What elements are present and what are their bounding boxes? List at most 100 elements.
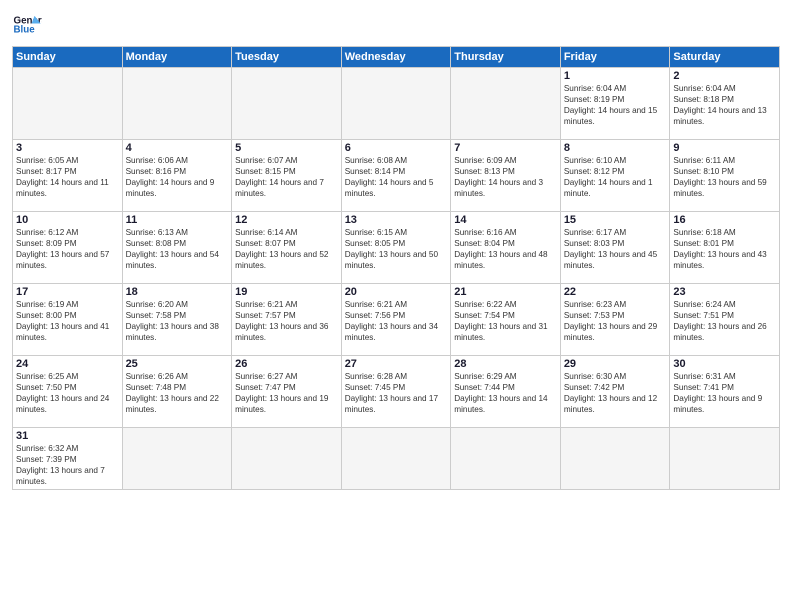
calendar-cell — [451, 428, 561, 490]
day-number: 31 — [16, 430, 119, 442]
weekday-header-friday: Friday — [560, 47, 670, 68]
calendar-cell: 30Sunrise: 6:31 AMSunset: 7:41 PMDayligh… — [670, 356, 780, 428]
calendar-cell: 1Sunrise: 6:04 AMSunset: 8:19 PMDaylight… — [560, 68, 670, 140]
day-number: 30 — [673, 358, 776, 370]
calendar-cell — [341, 428, 451, 490]
calendar-week-6: 31Sunrise: 6:32 AMSunset: 7:39 PMDayligh… — [13, 428, 780, 490]
logo-icon: General Blue — [12, 10, 42, 40]
calendar-cell: 14Sunrise: 6:16 AMSunset: 8:04 PMDayligh… — [451, 212, 561, 284]
calendar-cell: 18Sunrise: 6:20 AMSunset: 7:58 PMDayligh… — [122, 284, 232, 356]
day-info: Sunrise: 6:07 AMSunset: 8:15 PMDaylight:… — [235, 155, 338, 199]
calendar-week-1: 1Sunrise: 6:04 AMSunset: 8:19 PMDaylight… — [13, 68, 780, 140]
day-number: 14 — [454, 214, 557, 226]
calendar-week-4: 17Sunrise: 6:19 AMSunset: 8:00 PMDayligh… — [13, 284, 780, 356]
calendar-week-2: 3Sunrise: 6:05 AMSunset: 8:17 PMDaylight… — [13, 140, 780, 212]
day-info: Sunrise: 6:10 AMSunset: 8:12 PMDaylight:… — [564, 155, 667, 199]
day-info: Sunrise: 6:30 AMSunset: 7:42 PMDaylight:… — [564, 371, 667, 415]
day-number: 5 — [235, 142, 338, 154]
day-info: Sunrise: 6:13 AMSunset: 8:08 PMDaylight:… — [126, 227, 229, 271]
calendar-header-row: SundayMondayTuesdayWednesdayThursdayFrid… — [13, 47, 780, 68]
calendar-cell: 26Sunrise: 6:27 AMSunset: 7:47 PMDayligh… — [232, 356, 342, 428]
day-number: 23 — [673, 286, 776, 298]
calendar-cell — [13, 68, 123, 140]
calendar-cell — [560, 428, 670, 490]
calendar-cell: 25Sunrise: 6:26 AMSunset: 7:48 PMDayligh… — [122, 356, 232, 428]
calendar-cell: 13Sunrise: 6:15 AMSunset: 8:05 PMDayligh… — [341, 212, 451, 284]
calendar-cell — [451, 68, 561, 140]
day-number: 11 — [126, 214, 229, 226]
day-info: Sunrise: 6:18 AMSunset: 8:01 PMDaylight:… — [673, 227, 776, 271]
day-info: Sunrise: 6:15 AMSunset: 8:05 PMDaylight:… — [345, 227, 448, 271]
calendar-cell: 17Sunrise: 6:19 AMSunset: 8:00 PMDayligh… — [13, 284, 123, 356]
calendar-table: SundayMondayTuesdayWednesdayThursdayFrid… — [12, 46, 780, 490]
day-number: 17 — [16, 286, 119, 298]
day-info: Sunrise: 6:27 AMSunset: 7:47 PMDaylight:… — [235, 371, 338, 415]
calendar-cell: 3Sunrise: 6:05 AMSunset: 8:17 PMDaylight… — [13, 140, 123, 212]
calendar-cell — [122, 428, 232, 490]
day-number: 8 — [564, 142, 667, 154]
day-number: 4 — [126, 142, 229, 154]
page: General Blue SundayMondayTuesdayWednesda… — [0, 0, 792, 612]
day-info: Sunrise: 6:22 AMSunset: 7:54 PMDaylight:… — [454, 299, 557, 343]
calendar-cell: 4Sunrise: 6:06 AMSunset: 8:16 PMDaylight… — [122, 140, 232, 212]
day-number: 24 — [16, 358, 119, 370]
calendar-cell: 23Sunrise: 6:24 AMSunset: 7:51 PMDayligh… — [670, 284, 780, 356]
calendar-cell: 2Sunrise: 6:04 AMSunset: 8:18 PMDaylight… — [670, 68, 780, 140]
day-info: Sunrise: 6:04 AMSunset: 8:18 PMDaylight:… — [673, 83, 776, 127]
day-info: Sunrise: 6:20 AMSunset: 7:58 PMDaylight:… — [126, 299, 229, 343]
day-info: Sunrise: 6:31 AMSunset: 7:41 PMDaylight:… — [673, 371, 776, 415]
calendar-cell — [122, 68, 232, 140]
calendar-cell — [232, 68, 342, 140]
calendar-cell: 5Sunrise: 6:07 AMSunset: 8:15 PMDaylight… — [232, 140, 342, 212]
calendar-cell: 10Sunrise: 6:12 AMSunset: 8:09 PMDayligh… — [13, 212, 123, 284]
calendar-cell: 31Sunrise: 6:32 AMSunset: 7:39 PMDayligh… — [13, 428, 123, 490]
day-info: Sunrise: 6:29 AMSunset: 7:44 PMDaylight:… — [454, 371, 557, 415]
day-info: Sunrise: 6:21 AMSunset: 7:56 PMDaylight:… — [345, 299, 448, 343]
day-info: Sunrise: 6:14 AMSunset: 8:07 PMDaylight:… — [235, 227, 338, 271]
calendar-cell: 7Sunrise: 6:09 AMSunset: 8:13 PMDaylight… — [451, 140, 561, 212]
weekday-header-thursday: Thursday — [451, 47, 561, 68]
day-number: 29 — [564, 358, 667, 370]
day-number: 3 — [16, 142, 119, 154]
day-number: 20 — [345, 286, 448, 298]
calendar-cell: 19Sunrise: 6:21 AMSunset: 7:57 PMDayligh… — [232, 284, 342, 356]
day-info: Sunrise: 6:11 AMSunset: 8:10 PMDaylight:… — [673, 155, 776, 199]
calendar-week-5: 24Sunrise: 6:25 AMSunset: 7:50 PMDayligh… — [13, 356, 780, 428]
calendar-cell: 9Sunrise: 6:11 AMSunset: 8:10 PMDaylight… — [670, 140, 780, 212]
day-number: 22 — [564, 286, 667, 298]
day-info: Sunrise: 6:17 AMSunset: 8:03 PMDaylight:… — [564, 227, 667, 271]
day-number: 13 — [345, 214, 448, 226]
calendar-cell: 8Sunrise: 6:10 AMSunset: 8:12 PMDaylight… — [560, 140, 670, 212]
svg-text:Blue: Blue — [14, 25, 36, 36]
day-info: Sunrise: 6:12 AMSunset: 8:09 PMDaylight:… — [16, 227, 119, 271]
day-number: 9 — [673, 142, 776, 154]
day-number: 25 — [126, 358, 229, 370]
calendar-cell: 15Sunrise: 6:17 AMSunset: 8:03 PMDayligh… — [560, 212, 670, 284]
calendar-cell: 29Sunrise: 6:30 AMSunset: 7:42 PMDayligh… — [560, 356, 670, 428]
day-number: 19 — [235, 286, 338, 298]
day-info: Sunrise: 6:16 AMSunset: 8:04 PMDaylight:… — [454, 227, 557, 271]
weekday-header-sunday: Sunday — [13, 47, 123, 68]
day-number: 16 — [673, 214, 776, 226]
calendar-cell: 11Sunrise: 6:13 AMSunset: 8:08 PMDayligh… — [122, 212, 232, 284]
calendar-cell — [341, 68, 451, 140]
day-info: Sunrise: 6:24 AMSunset: 7:51 PMDaylight:… — [673, 299, 776, 343]
calendar-cell: 28Sunrise: 6:29 AMSunset: 7:44 PMDayligh… — [451, 356, 561, 428]
day-info: Sunrise: 6:21 AMSunset: 7:57 PMDaylight:… — [235, 299, 338, 343]
day-info: Sunrise: 6:26 AMSunset: 7:48 PMDaylight:… — [126, 371, 229, 415]
calendar-cell — [670, 428, 780, 490]
weekday-header-monday: Monday — [122, 47, 232, 68]
day-number: 27 — [345, 358, 448, 370]
header: General Blue — [12, 10, 780, 40]
calendar-cell: 6Sunrise: 6:08 AMSunset: 8:14 PMDaylight… — [341, 140, 451, 212]
day-number: 28 — [454, 358, 557, 370]
day-info: Sunrise: 6:09 AMSunset: 8:13 PMDaylight:… — [454, 155, 557, 199]
day-number: 7 — [454, 142, 557, 154]
day-info: Sunrise: 6:04 AMSunset: 8:19 PMDaylight:… — [564, 83, 667, 127]
day-number: 1 — [564, 70, 667, 82]
day-info: Sunrise: 6:23 AMSunset: 7:53 PMDaylight:… — [564, 299, 667, 343]
calendar-cell: 21Sunrise: 6:22 AMSunset: 7:54 PMDayligh… — [451, 284, 561, 356]
calendar-cell: 12Sunrise: 6:14 AMSunset: 8:07 PMDayligh… — [232, 212, 342, 284]
calendar-cell: 27Sunrise: 6:28 AMSunset: 7:45 PMDayligh… — [341, 356, 451, 428]
day-number: 2 — [673, 70, 776, 82]
